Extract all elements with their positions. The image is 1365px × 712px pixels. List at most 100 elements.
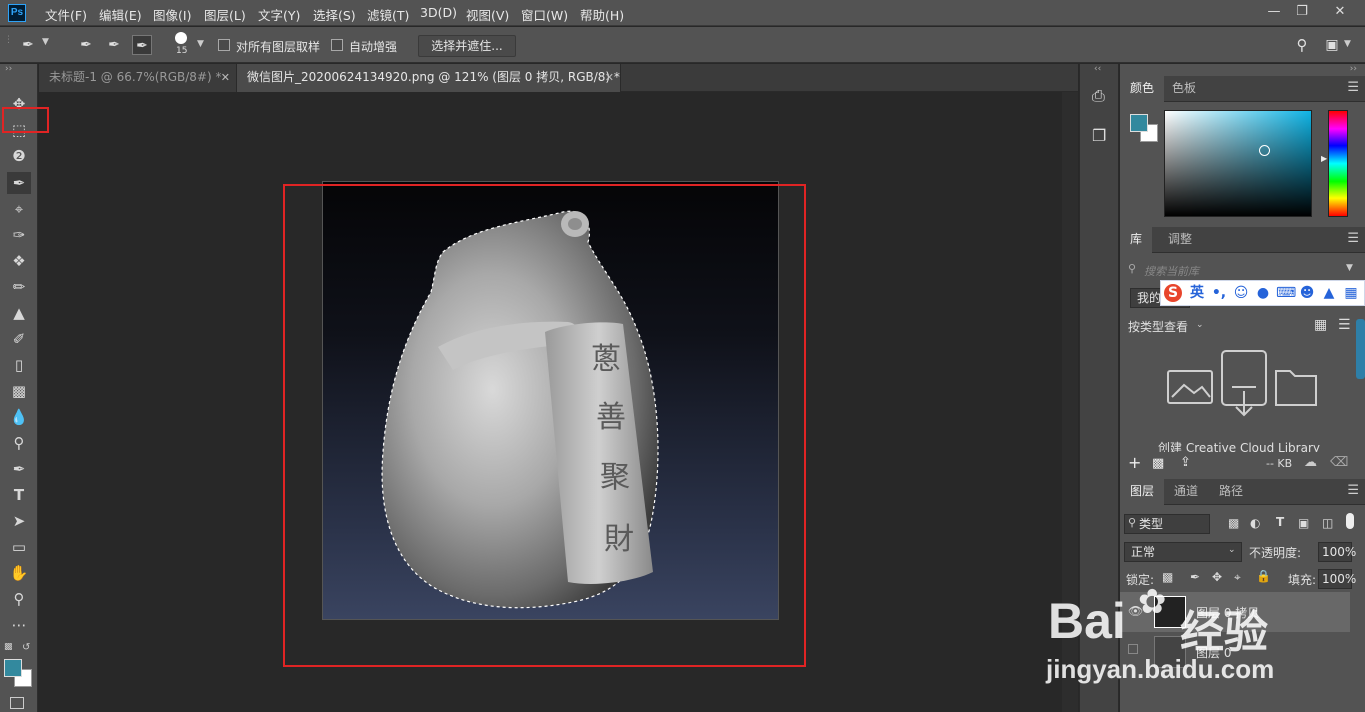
lock-all-icon[interactable]: 🔒: [1256, 569, 1271, 583]
color-picker-ring[interactable]: [1259, 145, 1270, 156]
lock-artboard-icon[interactable]: ⌖: [1234, 570, 1241, 585]
workspace-chevron-icon[interactable]: ▼: [1344, 39, 1351, 49]
hand-tool-icon[interactable]: ✋: [7, 562, 31, 584]
brush-preview-icon[interactable]: [175, 32, 187, 44]
panel-menu-icon[interactable]: ☰: [1347, 231, 1359, 246]
blur-tool-icon[interactable]: 💧: [7, 406, 31, 428]
auto-enhance-checkbox[interactable]: [331, 39, 343, 51]
tab-swatches[interactable]: 色板: [1162, 76, 1206, 102]
close-icon[interactable]: ✕: [1330, 3, 1350, 21]
trash-icon[interactable]: ⌫: [1330, 455, 1348, 470]
hue-slider[interactable]: [1328, 110, 1348, 217]
zoom-tool-icon[interactable]: ⚲: [7, 588, 31, 610]
library-search-input[interactable]: 搜索当前库: [1144, 263, 1199, 279]
close-tab-icon[interactable]: ✕: [605, 64, 614, 91]
collapse-toolbox-icon[interactable]: ››: [5, 64, 12, 74]
ime-emoji-icon[interactable]: ☺: [1232, 284, 1250, 302]
canvas-scrollbar[interactable]: [1062, 92, 1078, 712]
menu-file[interactable]: 文件(F): [45, 5, 87, 24]
layer-row-copy[interactable]: 👁 图层 0 拷贝: [1120, 592, 1350, 632]
filter-shape-icon[interactable]: ▣: [1298, 516, 1309, 530]
tab-wechat-image[interactable]: 微信图片_20200624134920.png @ 121% (图层 0 拷贝,…: [237, 64, 621, 92]
filter-type-icon[interactable]: T: [1276, 515, 1284, 529]
type-tool-icon[interactable]: T: [7, 484, 31, 506]
lasso-tool-icon[interactable]: ❷: [7, 145, 31, 167]
brush-picker-chevron-icon[interactable]: ▼: [197, 39, 204, 49]
ime-tools-icon[interactable]: ▦: [1342, 284, 1360, 302]
lock-pixels-icon[interactable]: ▩: [1162, 570, 1173, 584]
menu-edit[interactable]: 编辑(E): [99, 5, 142, 24]
path-selection-icon[interactable]: ➤: [7, 510, 31, 532]
lock-brush-icon[interactable]: ✒: [1190, 570, 1200, 584]
search-chevron-icon[interactable]: ▼: [1346, 263, 1353, 273]
default-colors-icon[interactable]: ▩: [4, 642, 13, 652]
expand-dock-icon[interactable]: ‹‹: [1094, 64, 1101, 74]
panel-menu-icon[interactable]: ☰: [1347, 483, 1359, 498]
eraser-tool-icon[interactable]: ▯: [7, 354, 31, 376]
menu-window[interactable]: 窗口(W): [521, 5, 568, 24]
history-panel-icon[interactable]: ⎙: [1092, 86, 1105, 106]
filter-pixel-icon[interactable]: ▩: [1228, 516, 1239, 530]
lock-position-icon[interactable]: ✥: [1212, 570, 1222, 584]
stamp-tool-icon[interactable]: ▲: [7, 302, 31, 324]
foreground-color-swatch[interactable]: [4, 659, 22, 677]
ime-voice-icon[interactable]: ●: [1254, 284, 1272, 302]
menu-3d[interactable]: 3D(D): [420, 5, 457, 20]
blend-mode-select[interactable]: 正常: [1124, 542, 1242, 562]
history-brush-icon[interactable]: ✐: [7, 328, 31, 350]
tab-channels[interactable]: 通道: [1164, 479, 1208, 505]
upload-icon[interactable]: ⇪: [1180, 455, 1191, 470]
add-to-selection-icon[interactable]: ✒: [104, 35, 124, 55]
chevron-down-icon[interactable]: ▼: [42, 37, 49, 47]
view-by-type[interactable]: 按类型查看: [1128, 318, 1188, 335]
library-scrollbar[interactable]: [1356, 319, 1365, 379]
ime-user-icon[interactable]: ☻: [1298, 284, 1316, 302]
rectangle-tool-icon[interactable]: ▭: [7, 536, 31, 558]
tab-library[interactable]: 库: [1120, 227, 1153, 253]
search-icon[interactable]: ⚲: [1292, 35, 1312, 55]
gradient-tool-icon[interactable]: ▩: [7, 380, 31, 402]
visibility-off-icon[interactable]: [1128, 644, 1138, 654]
more-tools-icon[interactable]: ⋯: [7, 614, 31, 636]
color-picker-field[interactable]: [1164, 110, 1312, 217]
layer-name[interactable]: 图层 0 拷贝: [1196, 604, 1259, 621]
menu-filter[interactable]: 滤镜(T): [367, 5, 409, 24]
ime-keyboard-icon[interactable]: ⌨: [1276, 284, 1296, 302]
dodge-tool-icon[interactable]: ⚲: [7, 432, 31, 454]
folder-icon[interactable]: ▩: [1152, 456, 1164, 471]
ime-skin-icon[interactable]: ▲: [1320, 284, 1338, 302]
opacity-input[interactable]: 100%: [1318, 542, 1356, 562]
pen-tool-icon[interactable]: ✒: [7, 458, 31, 480]
tab-untitled[interactable]: 未标题-1 @ 66.7%(RGB/8#) * ✕: [39, 64, 237, 92]
menu-help[interactable]: 帮助(H): [580, 5, 624, 24]
eyedropper-tool-icon[interactable]: ✑: [7, 224, 31, 246]
grid-view-icon[interactable]: ▦: [1314, 317, 1327, 333]
collapse-panels-icon[interactable]: ››: [1350, 64, 1357, 74]
layer-name[interactable]: 图层 0: [1196, 644, 1231, 661]
menu-select[interactable]: 选择(S): [313, 5, 356, 24]
workspace-icon[interactable]: ▣: [1322, 35, 1342, 55]
layer-row-base[interactable]: 图层 0: [1120, 632, 1350, 672]
restore-icon[interactable]: ❐: [1292, 3, 1312, 21]
color-fg-swatch[interactable]: [1130, 114, 1148, 132]
tab-layers[interactable]: 图层: [1120, 479, 1165, 505]
healing-brush-icon[interactable]: ❖: [7, 250, 31, 272]
filter-adjustment-icon[interactable]: ◐: [1250, 516, 1260, 530]
swap-colors-icon[interactable]: ↺: [22, 642, 30, 653]
menu-layer[interactable]: 图层(L): [204, 5, 246, 24]
view-chevron-icon[interactable]: ⌄: [1196, 320, 1204, 330]
hue-marker-icon[interactable]: ▶: [1321, 154, 1327, 163]
list-view-icon[interactable]: ☰: [1338, 317, 1351, 333]
select-and-mask-button[interactable]: 选择并遮住...: [418, 35, 516, 57]
brush-tool-icon[interactable]: ✏: [7, 276, 31, 298]
close-tab-icon[interactable]: ✕: [221, 64, 230, 91]
ime-lang-toggle[interactable]: 英: [1188, 284, 1206, 302]
crop-tool-icon[interactable]: ⌖: [7, 198, 31, 220]
add-icon[interactable]: +: [1128, 453, 1141, 472]
menu-view[interactable]: 视图(V): [466, 5, 509, 24]
visibility-eye-icon[interactable]: 👁: [1128, 604, 1143, 618]
menu-image[interactable]: 图像(I): [153, 5, 191, 24]
ime-punct-icon[interactable]: •,: [1210, 284, 1228, 302]
layer-filter-select[interactable]: 类型: [1124, 514, 1210, 534]
quick-mask-icon[interactable]: [10, 697, 24, 709]
